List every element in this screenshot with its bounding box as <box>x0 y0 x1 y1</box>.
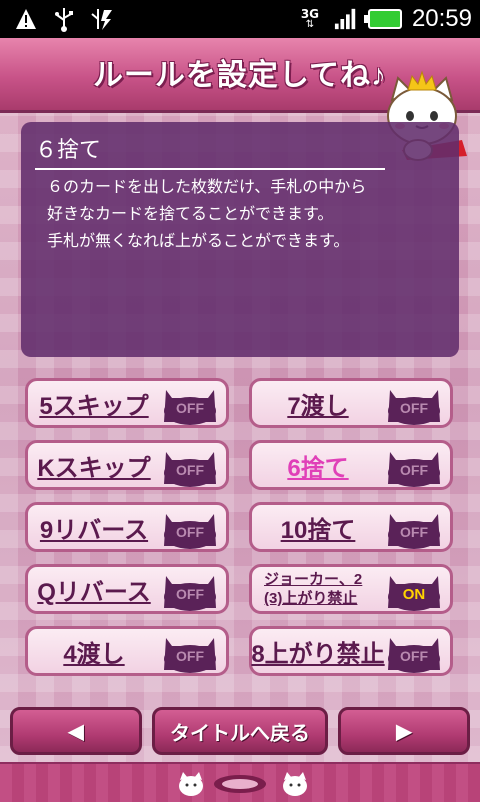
rule-toggle[interactable]: OFF <box>384 444 444 488</box>
rule-description-panel: ６捨て ６のカードを出した枚数だけ、手札の中から 好きなカードを捨てることができ… <box>21 122 459 357</box>
toggle-state: OFF <box>176 524 204 540</box>
rule-button-k-skip[interactable]: Kスキップ OFF <box>25 440 229 490</box>
rule-label: ジョーカー、2 (3)上がり禁止 <box>264 567 380 611</box>
rule-toggle[interactable]: OFF <box>384 630 444 674</box>
toggle-state: ON <box>402 586 426 603</box>
usb-icon <box>52 6 76 32</box>
game-logo-icon <box>214 775 266 793</box>
rule-description-line: 好きなカードを捨てることができます。 <box>47 206 334 223</box>
rule-toggle[interactable]: ON <box>384 568 444 612</box>
warning-icon <box>14 6 38 32</box>
toggle-state: OFF <box>176 400 204 416</box>
clock: 20:59 <box>411 5 472 32</box>
rule-button-7-pass[interactable]: 7渡し OFF <box>249 378 453 428</box>
rule-label-line: (3)上がり禁止 <box>264 590 358 607</box>
toggle-state: OFF <box>400 462 428 478</box>
rule-button-5-skip[interactable]: 5スキップ OFF <box>25 378 229 428</box>
next-arrow-icon: ▶ <box>396 720 412 743</box>
rule-toggle[interactable]: OFF <box>160 568 220 612</box>
rule-label: 7渡し <box>287 392 349 420</box>
rule-toggle[interactable]: OFF <box>160 444 220 488</box>
rule-label: 8上がり禁止 <box>251 640 385 668</box>
rule-label: Qリバース <box>37 578 151 606</box>
back-to-title-label: タイトルへ戻る <box>170 722 310 745</box>
status-bar: 3G ⇅ 20:59 <box>0 0 480 38</box>
toggle-state: OFF <box>176 586 204 602</box>
rule-label: 5スキップ <box>39 392 149 420</box>
rule-button-8-finish-ban[interactable]: 8上がり禁止 OFF <box>249 626 453 676</box>
rule-toggle[interactable]: OFF <box>160 630 220 674</box>
back-to-title-button[interactable]: タイトルへ戻る <box>152 707 328 755</box>
footer-bar <box>0 762 480 802</box>
cat-face-icon <box>179 772 203 796</box>
cat-face-icon <box>283 772 307 796</box>
toggle-state: OFF <box>176 648 204 664</box>
divider <box>35 168 385 170</box>
usb-debug-icon <box>90 6 114 32</box>
next-page-button[interactable]: ▶ <box>338 707 470 755</box>
rule-toggle[interactable]: OFF <box>160 506 220 550</box>
prev-page-button[interactable]: ◀ <box>10 707 142 755</box>
signal-icon <box>334 6 358 32</box>
rule-label: 4渡し <box>63 640 125 668</box>
rule-label-line: ジョーカー、2 <box>264 571 363 588</box>
rule-button-4-pass[interactable]: 4渡し OFF <box>25 626 229 676</box>
battery-icon <box>363 9 402 29</box>
rule-button-joker-2-finish-ban[interactable]: ジョーカー、2 (3)上がり禁止 ON <box>249 564 453 614</box>
rule-button-10-discard[interactable]: 10捨て OFF <box>249 502 453 552</box>
rule-label: Kスキップ <box>37 454 151 482</box>
rule-label: 10捨て <box>280 516 356 544</box>
toggle-state: OFF <box>400 524 428 540</box>
rule-description-text: ６のカードを出した枚数だけ、手札の中から 好きなカードを捨てることができます。 … <box>47 174 447 255</box>
rule-label: 9リバース <box>39 516 149 544</box>
rule-toggle[interactable]: OFF <box>384 382 444 426</box>
toggle-state: OFF <box>400 400 428 416</box>
rule-button-9-reverse[interactable]: 9リバース OFF <box>25 502 229 552</box>
rule-description-title: ６捨て <box>35 137 102 162</box>
rule-button-q-reverse[interactable]: Qリバース OFF <box>25 564 229 614</box>
network-3g-icon: 3G ⇅ <box>300 7 320 30</box>
rule-button-6-discard[interactable]: 6捨て OFF <box>249 440 453 490</box>
rule-toggle[interactable]: OFF <box>384 506 444 550</box>
rule-label-selected: 6捨て <box>287 454 349 482</box>
prev-arrow-icon: ◀ <box>68 720 84 743</box>
toggle-state: OFF <box>400 648 428 664</box>
rule-description-line: ６のカードを出した枚数だけ、手札の中から <box>47 179 367 196</box>
rule-toggle[interactable]: OFF <box>160 382 220 426</box>
rule-description-line: 手札が無くなれば上がることができます。 <box>47 233 350 250</box>
toggle-state: OFF <box>176 462 204 478</box>
